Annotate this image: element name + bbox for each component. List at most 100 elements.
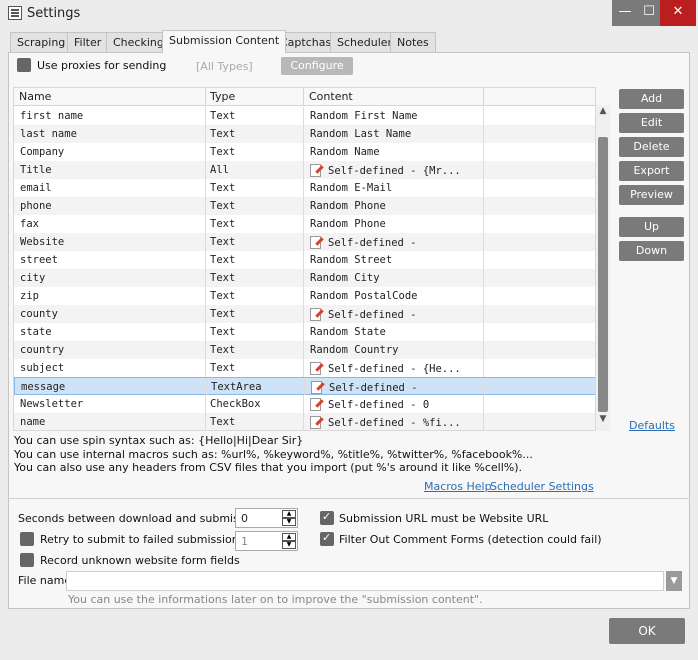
- cell-divider: [205, 323, 206, 341]
- cell-divider: [303, 359, 304, 377]
- record-unknown-fields-label: Record unknown website form fields: [40, 554, 240, 567]
- help-csv-headers: You can also use any headers from CSV fi…: [14, 461, 523, 474]
- column-type-header[interactable]: Type: [210, 90, 235, 103]
- column-name-header[interactable]: Name: [19, 90, 51, 103]
- maximize-button[interactable]: ☐: [636, 0, 662, 26]
- cell-type: Text: [210, 362, 236, 374]
- cell-content: Self-defined -: [310, 308, 485, 321]
- table-row[interactable]: state Text Random State: [14, 323, 595, 341]
- table-row[interactable]: Website Text Self-defined -: [14, 233, 595, 251]
- column-divider[interactable]: [303, 88, 304, 106]
- cell-type: CheckBox: [210, 398, 261, 410]
- table-row[interactable]: country Text Random Country: [14, 341, 595, 359]
- cell-divider: [304, 378, 305, 396]
- preview-button[interactable]: Preview: [619, 185, 684, 205]
- cell-divider: [483, 305, 484, 323]
- cell-name: zip: [20, 290, 39, 302]
- tab-submission-content[interactable]: Submission Content: [162, 30, 287, 53]
- cell-content: Self-defined -: [311, 381, 486, 394]
- cell-name: state: [20, 326, 52, 338]
- tab-filter[interactable]: Filter: [67, 32, 109, 52]
- scroll-down-icon[interactable]: ▼: [596, 414, 610, 428]
- edit-pencil-icon: [310, 164, 324, 177]
- macros-help-link[interactable]: Macros Help: [424, 480, 492, 493]
- table-row[interactable]: county Text Self-defined -: [14, 305, 595, 323]
- file-name-label: File name: [18, 574, 72, 587]
- cell-divider: [205, 359, 206, 377]
- close-button[interactable]: ✕: [660, 0, 696, 26]
- cell-divider: [205, 179, 206, 197]
- proxy-types-label: [All Types]: [196, 60, 253, 73]
- column-content-header[interactable]: Content: [309, 90, 353, 103]
- file-name-dropdown-icon[interactable]: ▼: [666, 571, 682, 591]
- record-unknown-fields-checkbox[interactable]: [20, 553, 34, 567]
- ok-button[interactable]: OK: [609, 618, 685, 644]
- cell-divider: [205, 287, 206, 305]
- cell-content: Random Country: [310, 344, 485, 356]
- add-button[interactable]: Add: [619, 89, 684, 109]
- edit-pencil-icon: [311, 381, 325, 394]
- submission-url-checkbox[interactable]: [320, 510, 334, 525]
- table-row[interactable]: message TextArea Self-defined -: [14, 377, 595, 396]
- stepper-up-icon[interactable]: ▲: [282, 533, 296, 541]
- table-row[interactable]: Company Text Random Name: [14, 143, 595, 161]
- cell-divider: [205, 233, 206, 251]
- scroll-up-icon[interactable]: ▲: [596, 106, 610, 120]
- tab-scraping[interactable]: Scraping: [10, 32, 73, 52]
- table-row[interactable]: zip Text Random PostalCode: [14, 287, 595, 305]
- tab-scheduler[interactable]: Scheduler: [330, 32, 400, 52]
- table-row[interactable]: name Text Self-defined - %fi...: [14, 413, 595, 430]
- cell-divider: [303, 395, 304, 413]
- stepper-down-icon[interactable]: ▼: [282, 518, 296, 526]
- filter-comment-forms-label: Filter Out Comment Forms (detection coul…: [339, 533, 602, 546]
- seconds-stepper[interactable]: 0 ▲ ▼: [235, 508, 298, 528]
- scrollbar-thumb[interactable]: [598, 137, 608, 412]
- cell-content-text: Random E-Mail: [310, 182, 393, 194]
- filter-comment-forms-checkbox[interactable]: [320, 531, 334, 546]
- cell-divider: [303, 179, 304, 197]
- use-proxies-checkbox[interactable]: [17, 58, 31, 72]
- cell-divider: [483, 269, 484, 287]
- file-name-input[interactable]: [66, 571, 664, 591]
- retry-label: Retry to submit to failed submissions: [40, 533, 245, 546]
- down-button[interactable]: Down: [619, 241, 684, 261]
- column-divider[interactable]: [205, 88, 206, 106]
- stepper-down-icon[interactable]: ▼: [282, 541, 296, 549]
- export-button[interactable]: Export: [619, 161, 684, 181]
- table-row[interactable]: email Text Random E-Mail: [14, 179, 595, 197]
- table-row[interactable]: last name Text Random Last Name: [14, 125, 595, 143]
- defaults-link[interactable]: Defaults: [629, 419, 675, 432]
- table-row[interactable]: street Text Random Street: [14, 251, 595, 269]
- retry-stepper[interactable]: 1 ▲ ▼: [235, 531, 298, 551]
- table-row[interactable]: city Text Random City: [14, 269, 595, 287]
- cell-name: street: [20, 254, 58, 266]
- table-row[interactable]: fax Text Random Phone: [14, 215, 595, 233]
- cell-content: Random Street: [310, 254, 485, 266]
- table-row[interactable]: phone Text Random Phone: [14, 197, 595, 215]
- table-row[interactable]: Newsletter CheckBox Self-defined - 0: [14, 395, 595, 413]
- cell-divider: [483, 323, 484, 341]
- tab-notes[interactable]: Notes: [390, 32, 436, 52]
- up-button[interactable]: Up: [619, 217, 684, 237]
- cell-divider: [303, 287, 304, 305]
- cell-name: email: [20, 182, 52, 194]
- cell-name: Company: [20, 146, 65, 158]
- delete-button[interactable]: Delete: [619, 137, 684, 157]
- stepper-up-icon[interactable]: ▲: [282, 510, 296, 518]
- cell-divider: [484, 378, 485, 396]
- retry-checkbox[interactable]: [20, 532, 34, 546]
- minimize-button[interactable]: —: [612, 0, 638, 26]
- edit-button[interactable]: Edit: [619, 113, 684, 133]
- table-row[interactable]: Title All Self-defined - {Mr...: [14, 161, 595, 179]
- cell-divider: [303, 125, 304, 143]
- cell-type: Text: [210, 308, 236, 320]
- table-row[interactable]: first name Text Random First Name: [14, 107, 595, 125]
- configure-button[interactable]: Configure: [281, 57, 353, 75]
- cell-divider: [483, 413, 484, 430]
- seconds-value: 0: [241, 512, 248, 525]
- scheduler-settings-link[interactable]: Scheduler Settings: [490, 480, 594, 493]
- table-row[interactable]: subject Text Self-defined - {He...: [14, 359, 595, 377]
- cell-content-text: Random Phone: [310, 200, 386, 212]
- cell-type: Text: [210, 146, 236, 158]
- column-divider[interactable]: [483, 88, 484, 106]
